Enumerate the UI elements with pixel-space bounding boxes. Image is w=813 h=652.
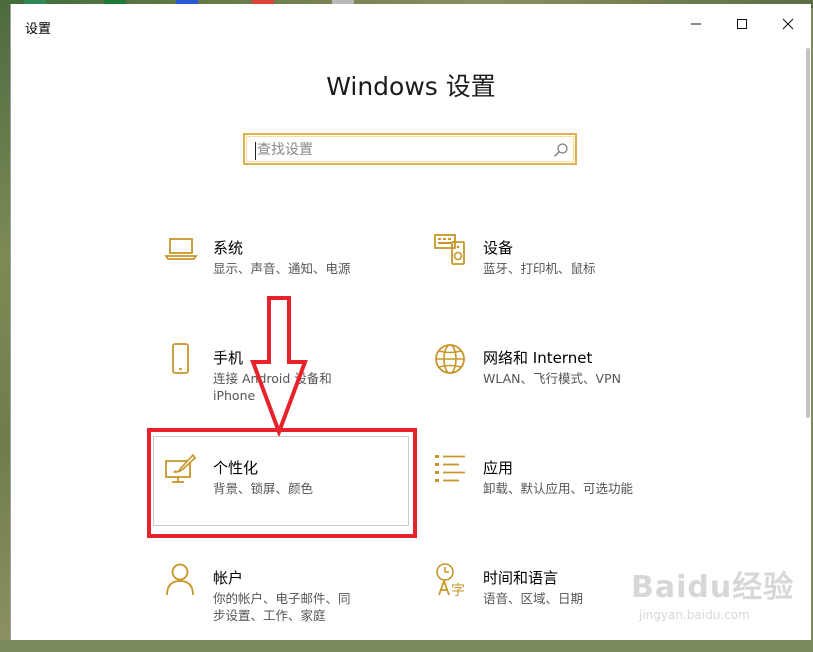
keyboard-icon <box>434 234 465 265</box>
tile-title: 手机 <box>213 349 244 367</box>
watermark-logo: Baidu经验 <box>631 570 795 605</box>
tile-title: 帐户 <box>213 569 244 587</box>
maximize-button[interactable] <box>719 8 765 40</box>
tile-description: 显示、声音、通知、电源 <box>213 261 351 276</box>
tile-network[interactable]: 网络和 Internet WLAN、飞行模式、VPN <box>433 342 683 432</box>
watermark: Baidu经验 jingyan.baidu.com <box>631 562 795 632</box>
tile-title: 系统 <box>213 239 244 257</box>
tile-description: 蓝牙、打印机、鼠标 <box>483 261 596 276</box>
globe-icon <box>435 344 465 374</box>
tile-description: 卸载、默认应用、可选功能 <box>483 481 634 496</box>
search-icon[interactable] <box>553 142 569 158</box>
person-icon <box>166 563 194 596</box>
svg-text:字: 字 <box>451 583 465 598</box>
watermark-url: jingyan.baidu.com <box>639 608 750 622</box>
tile-description: WLAN、飞行模式、VPN <box>483 371 621 386</box>
time-language-icon: 字 <box>436 563 465 598</box>
apps-list-icon <box>435 455 465 482</box>
scrollbar[interactable] <box>806 48 810 418</box>
window-title: 设置 <box>25 22 52 37</box>
tile-apps[interactable]: 应用 卸载、默认应用、可选功能 <box>433 452 683 542</box>
tile-title: 网络和 Internet <box>483 349 593 367</box>
tile-title: 应用 <box>483 459 514 477</box>
tile-accounts[interactable]: 帐户 你的帐户、电子邮件、同步设置、工作、家庭 <box>163 562 413 652</box>
tile-devices[interactable]: 设备 蓝牙、打印机、鼠标 <box>433 232 683 322</box>
highlight-rectangle <box>147 428 417 538</box>
minimize-icon <box>691 23 701 25</box>
search-input[interactable] <box>253 140 547 160</box>
title-bar[interactable]: 设置 <box>11 4 811 46</box>
minimize-button[interactable] <box>673 8 719 40</box>
tile-title: 时间和语言 <box>483 569 559 587</box>
tile-title: 设备 <box>483 239 514 257</box>
search-box[interactable] <box>243 133 577 165</box>
settings-window: 设置 Windows 设置 系统 显示、声音、通知、电源 <box>10 4 811 640</box>
desktop-background-left <box>0 0 10 640</box>
down-arrow-annotation <box>250 296 308 436</box>
close-button[interactable] <box>765 8 811 40</box>
maximize-icon <box>737 19 747 29</box>
laptop-icon <box>164 238 198 260</box>
tile-description: 你的帐户、电子邮件、同步设置、工作、家庭 <box>213 591 351 623</box>
close-icon <box>782 18 794 30</box>
phone-icon <box>172 343 189 374</box>
page-title: Windows 设置 <box>326 72 496 101</box>
